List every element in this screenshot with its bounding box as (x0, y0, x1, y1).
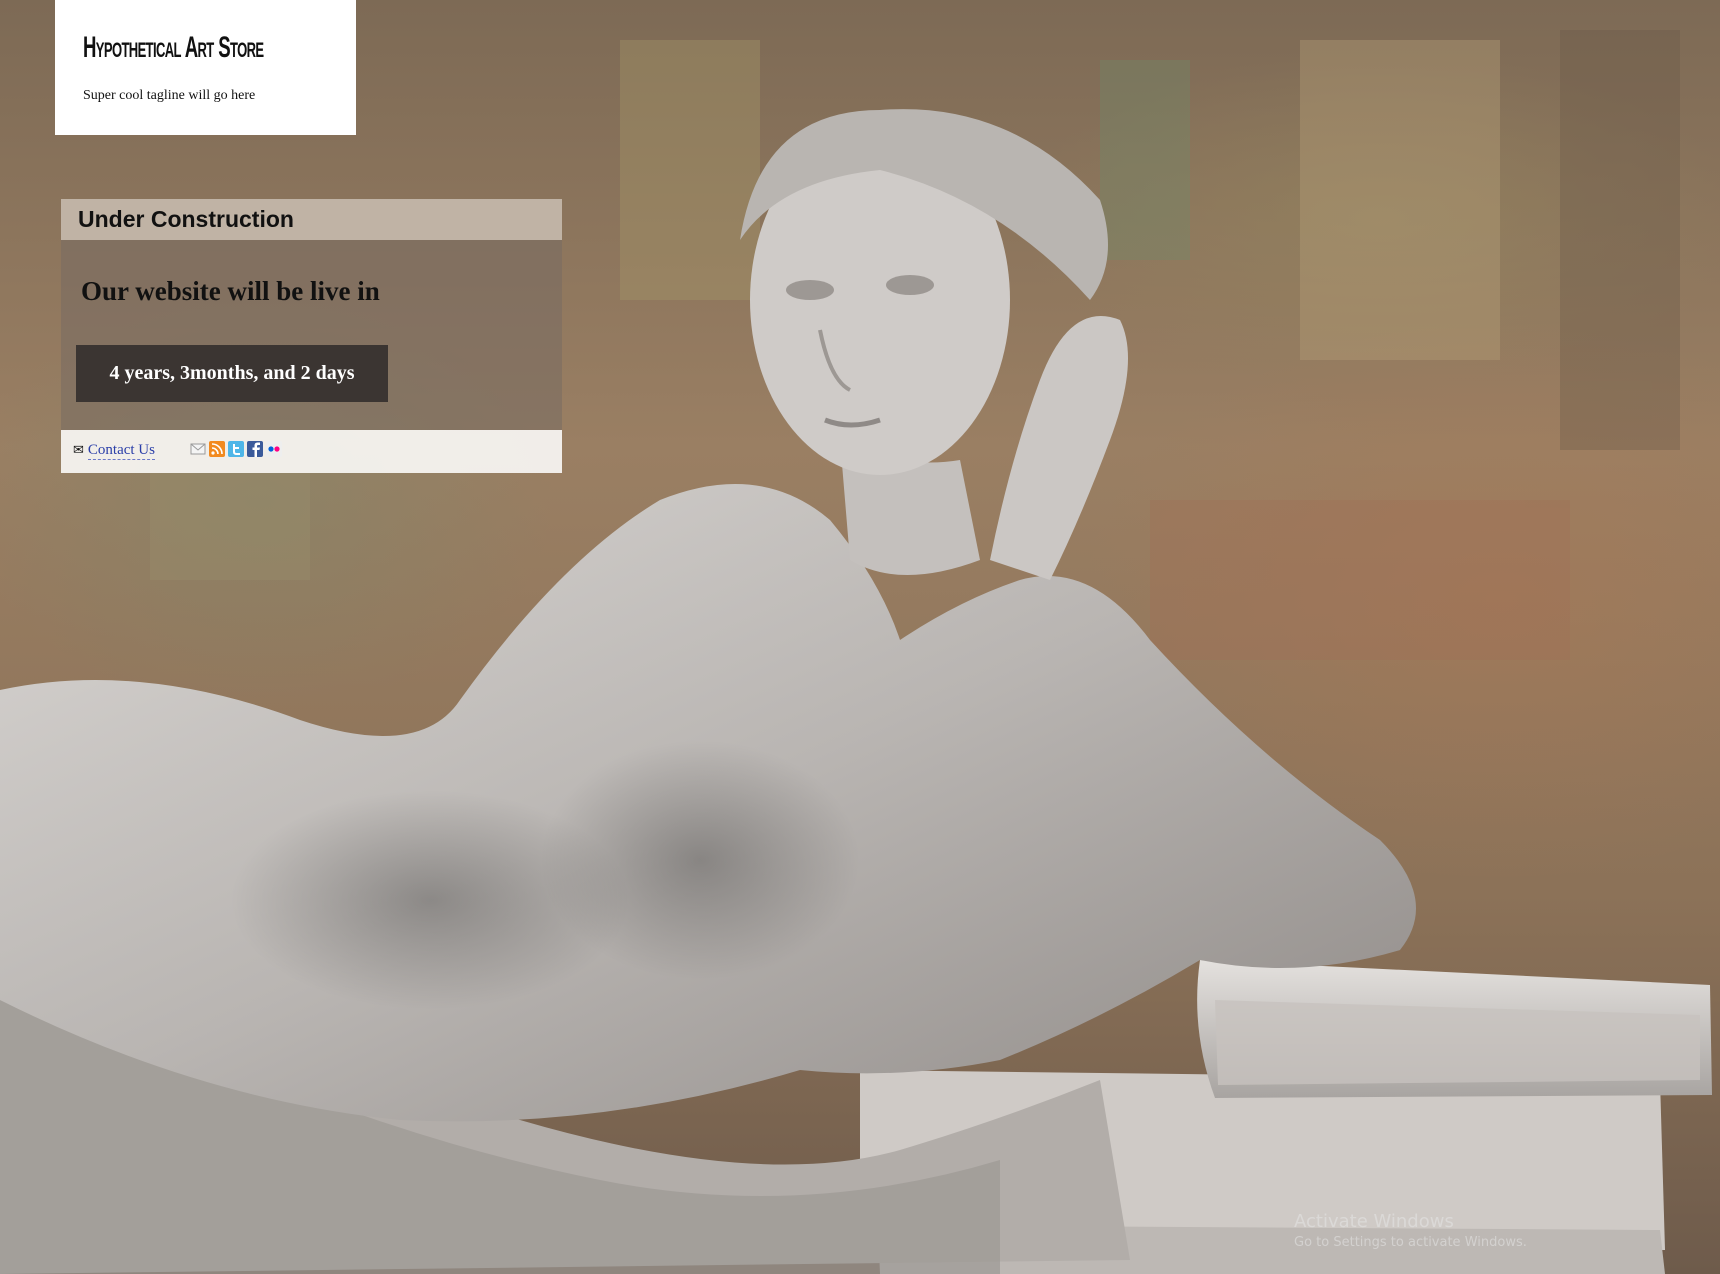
facebook-icon[interactable] (247, 441, 263, 457)
rss-icon[interactable] (209, 441, 225, 457)
site-title[interactable]: Hypothetical Art Store (83, 28, 264, 68)
panel-footer: ✉ Contact Us (61, 430, 562, 473)
under-construction-panel: Under Construction Our website will be l… (61, 199, 562, 473)
statue-background-image (0, 30, 1712, 1274)
site-tagline: Super cool tagline will go here (83, 88, 256, 103)
countdown-box: 4 years, 3months, and 2 days (76, 345, 388, 402)
panel-header: Under Construction (61, 199, 562, 240)
twitter-icon[interactable] (228, 441, 244, 457)
brand-header: Hypothetical Art Store Super cool taglin… (55, 0, 356, 135)
windows-activation-watermark: Activate Windows Go to Settings to activ… (1294, 1211, 1527, 1251)
panel-body: Our website will be live in 4 years, 3mo… (61, 240, 562, 430)
flickr-icon[interactable] (266, 441, 282, 457)
social-links (190, 441, 282, 457)
panel-title: Under Construction (78, 206, 294, 232)
email-icon[interactable] (190, 441, 206, 457)
watermark-subtitle: Go to Settings to activate Windows. (1294, 1235, 1527, 1250)
launch-headline: Our website will be live in (81, 276, 380, 306)
envelope-icon: ✉ (73, 443, 84, 458)
contact-us-label: Contact Us (87, 442, 155, 460)
contact-us-link[interactable]: ✉ Contact Us (73, 442, 155, 460)
watermark-title: Activate Windows (1294, 1211, 1454, 1232)
